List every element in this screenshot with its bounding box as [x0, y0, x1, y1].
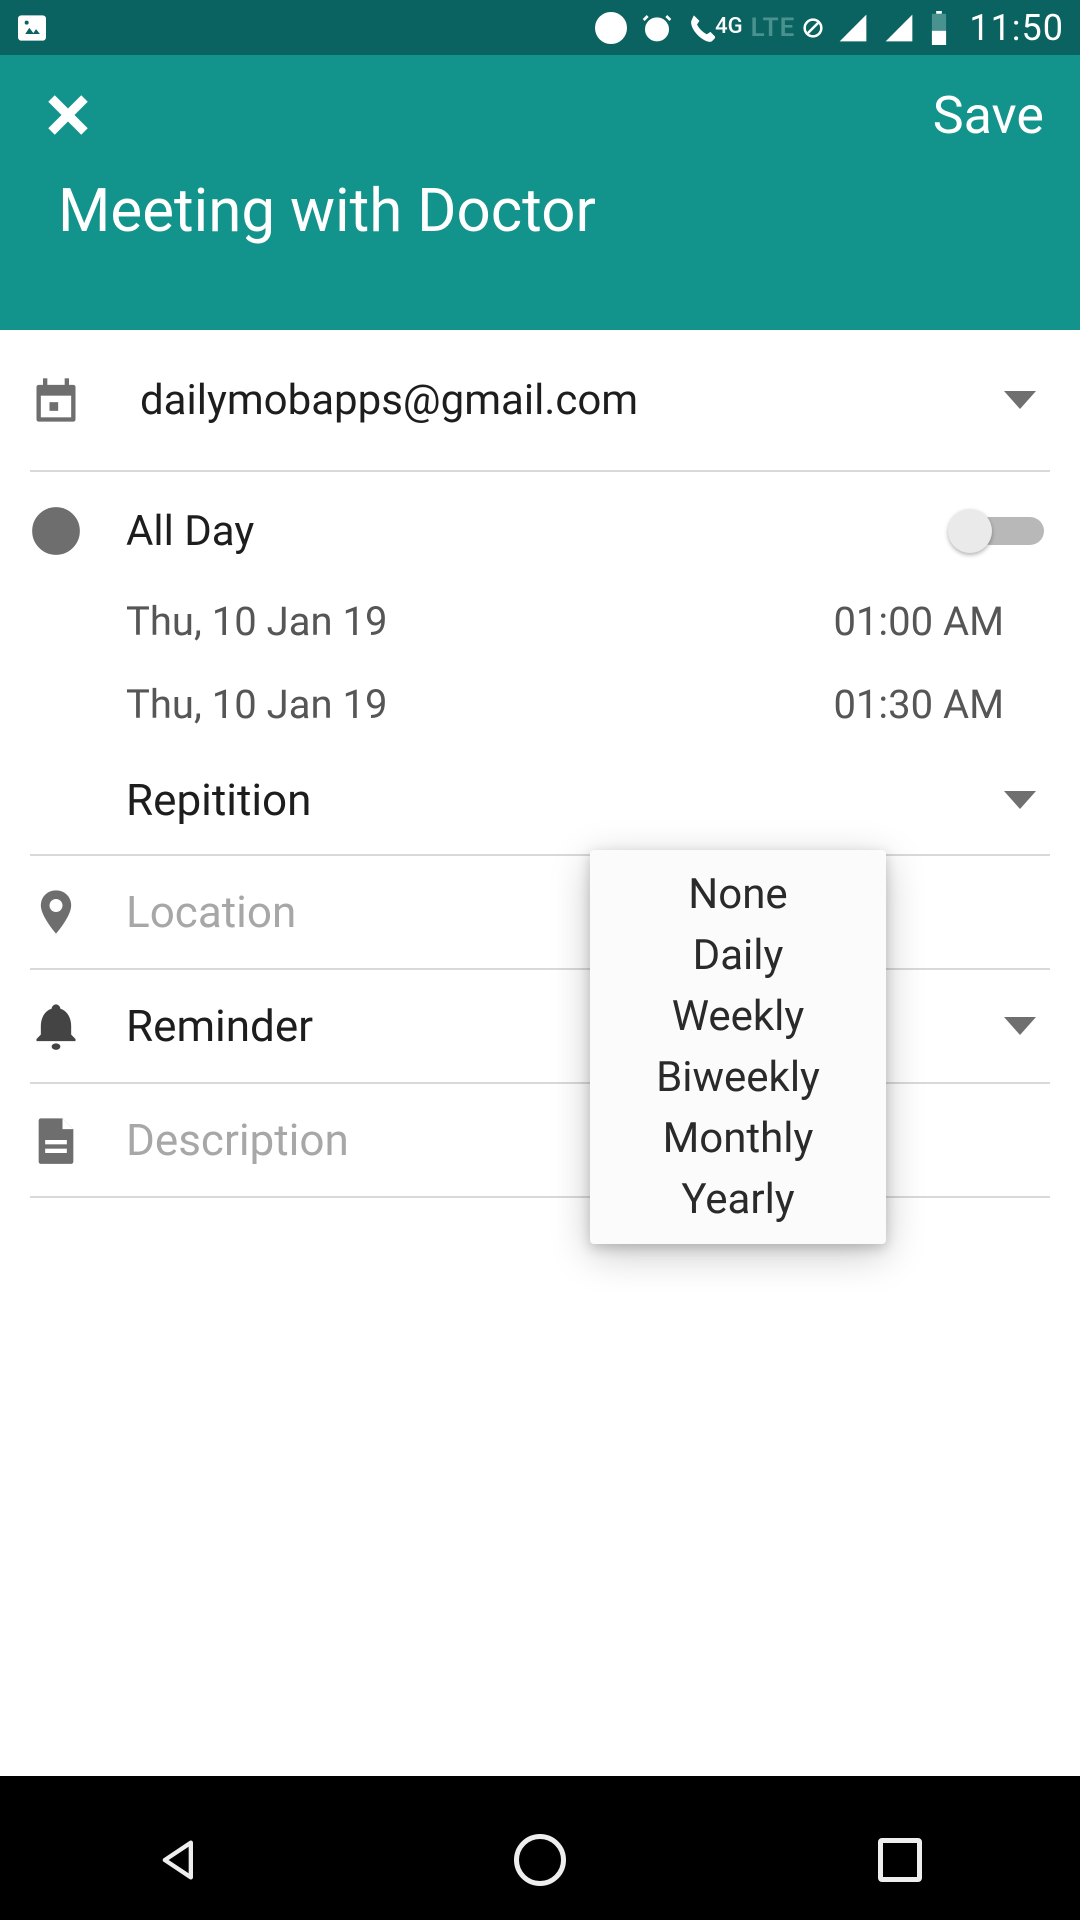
repetition-selector[interactable]: Repitition — [30, 746, 1050, 854]
status-clock: 11:50 — [969, 7, 1064, 49]
divider — [30, 1196, 1050, 1198]
chevron-down-icon — [1004, 1017, 1036, 1035]
alarm-icon — [641, 12, 673, 44]
end-datetime-row: Thu, 10 Jan 19 01:30 AM — [30, 663, 1050, 746]
start-time[interactable]: 01:00 AM — [833, 598, 1050, 645]
4g-label: 4G — [715, 14, 743, 39]
all-day-row: All Day — [30, 472, 1050, 580]
location-placeholder: Location — [126, 886, 1050, 938]
app-bar: Save Meeting with Doctor — [0, 55, 1080, 330]
gallery-icon — [16, 12, 48, 44]
ad-bar — [0, 1776, 1080, 1800]
popup-option-monthly[interactable]: Monthly — [590, 1108, 886, 1169]
time-section: All Day Thu, 10 Jan 19 01:00 AM Thu, 10 … — [30, 472, 1050, 854]
start-date[interactable]: Thu, 10 Jan 19 — [126, 598, 833, 645]
all-day-toggle[interactable] — [948, 511, 1044, 551]
popup-option-yearly[interactable]: Yearly — [590, 1169, 886, 1230]
signal-1-icon — [837, 12, 869, 44]
battery-icon — [929, 11, 949, 45]
nav-bar — [0, 1800, 1080, 1920]
form-content: dailymobapps@gmail.com All Day Thu, 10 J… — [0, 330, 1080, 1198]
call-4g-icon: 4G — [687, 14, 743, 42]
nav-back-button[interactable] — [145, 1825, 215, 1895]
start-datetime-row: Thu, 10 Jan 19 01:00 AM — [30, 580, 1050, 663]
end-time[interactable]: 01:30 AM — [833, 681, 1050, 728]
no-data-icon — [803, 18, 823, 38]
calendar-account-selector[interactable]: dailymobapps@gmail.com — [30, 330, 1050, 470]
description-placeholder: Description — [126, 1114, 1050, 1166]
repetition-popup: None Daily Weekly Biweekly Monthly Yearl… — [590, 850, 886, 1244]
popup-option-weekly[interactable]: Weekly — [590, 986, 886, 1047]
clock-icon — [30, 505, 82, 557]
account-email: dailymobapps@gmail.com — [126, 376, 990, 425]
all-day-label: All Day — [126, 507, 948, 556]
signal-2-icon — [883, 12, 915, 44]
lte-label: LTE — [751, 13, 796, 43]
save-button[interactable]: Save — [933, 85, 1044, 146]
reminder-selector[interactable]: Reminder — [30, 970, 1050, 1082]
close-button[interactable] — [46, 93, 90, 137]
status-bar: 4G LTE 11:50 — [0, 0, 1080, 55]
description-icon — [30, 1114, 82, 1166]
description-input[interactable]: Description — [30, 1084, 1050, 1196]
status-left — [16, 12, 48, 44]
nav-recent-button[interactable] — [865, 1825, 935, 1895]
nav-home-button[interactable] — [505, 1825, 575, 1895]
repetition-label: Repitition — [126, 774, 990, 826]
hotspot-icon — [595, 12, 627, 44]
popup-option-none[interactable]: None — [590, 864, 886, 925]
location-pin-icon — [30, 886, 82, 938]
bell-icon — [30, 1000, 82, 1052]
chevron-down-icon — [1004, 791, 1036, 809]
popup-option-daily[interactable]: Daily — [590, 925, 886, 986]
chevron-down-icon — [1004, 391, 1036, 409]
event-title-input[interactable]: Meeting with Doctor — [0, 175, 1080, 246]
popup-option-biweekly[interactable]: Biweekly — [590, 1047, 886, 1108]
calendar-icon — [30, 374, 82, 426]
status-right: 4G LTE 11:50 — [595, 7, 1064, 49]
end-date[interactable]: Thu, 10 Jan 19 — [126, 681, 833, 728]
location-input[interactable]: Location — [30, 856, 1050, 968]
